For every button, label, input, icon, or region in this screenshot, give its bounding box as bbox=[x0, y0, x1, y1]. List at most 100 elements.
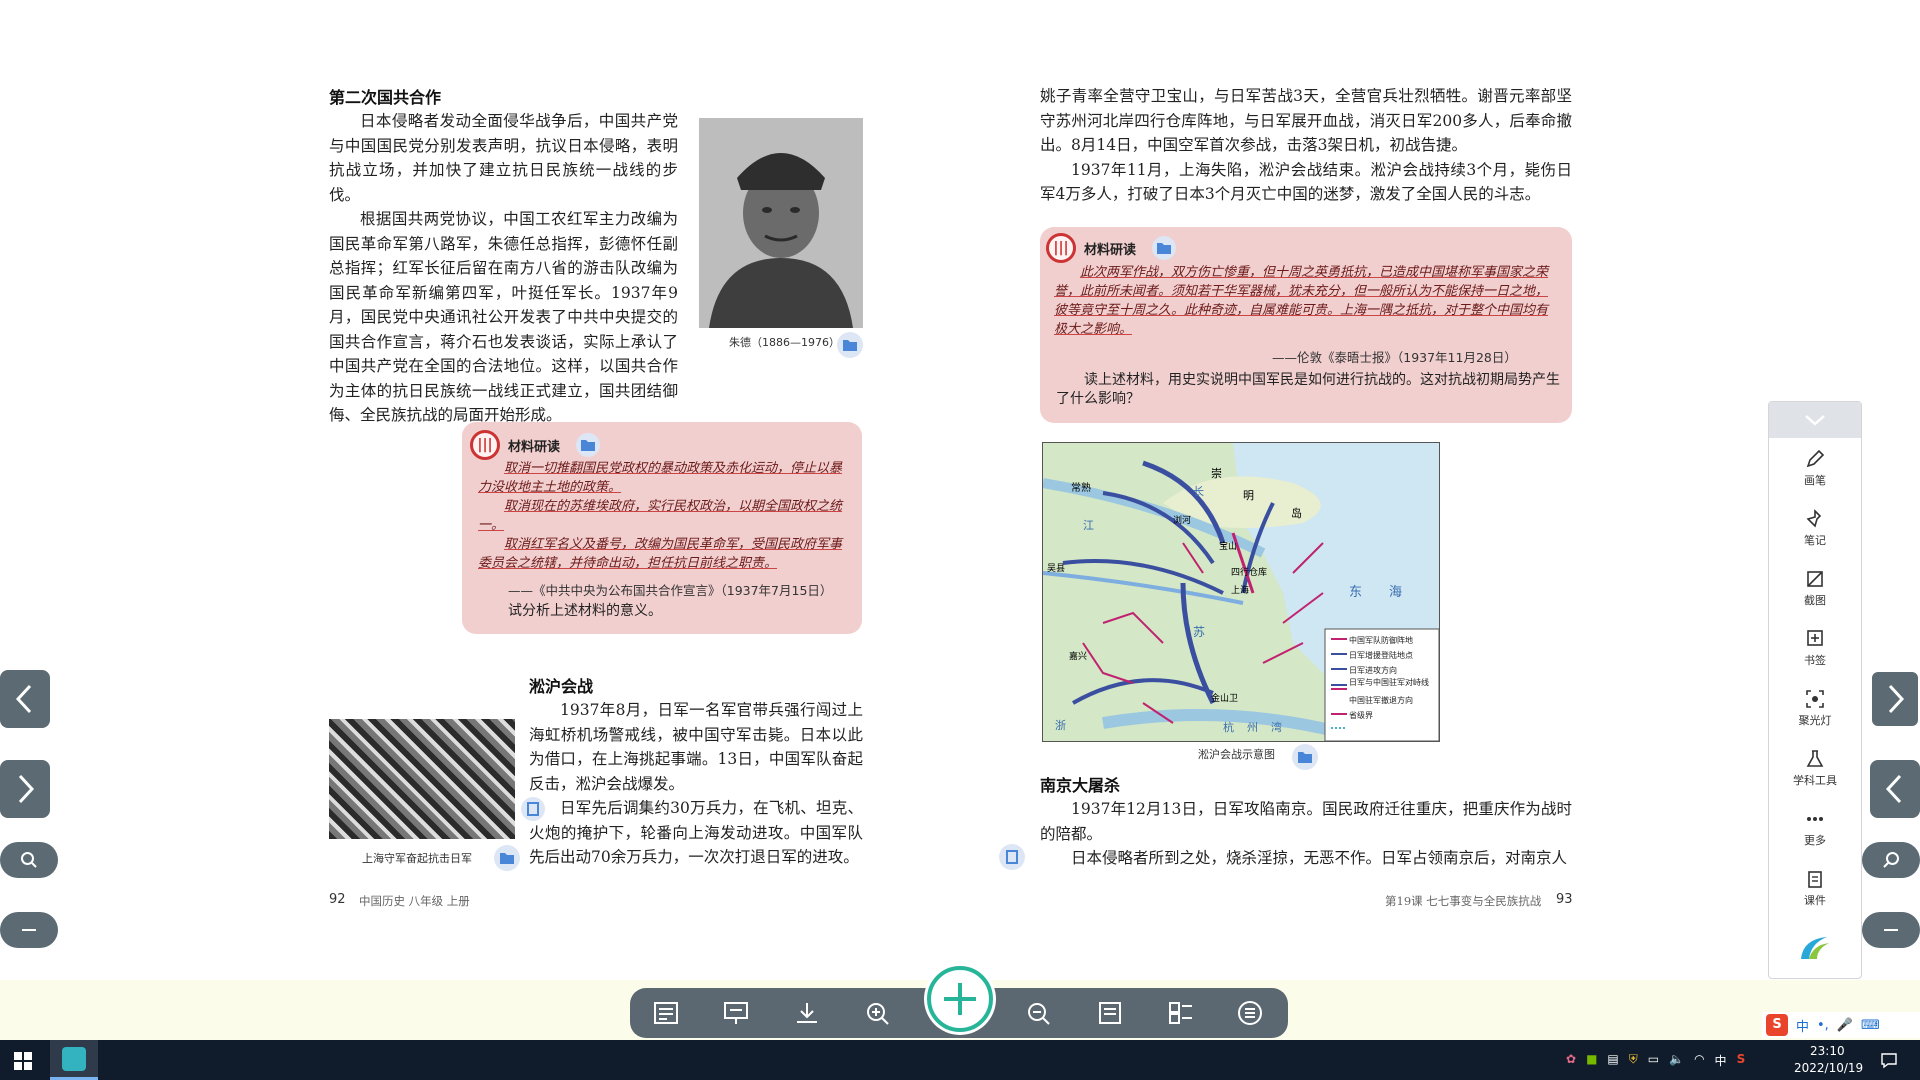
prev-page-button-right[interactable] bbox=[1870, 760, 1920, 818]
sogou-logo-icon: S bbox=[1766, 1014, 1788, 1036]
note-resource-button[interactable] bbox=[521, 797, 545, 821]
zoom-out-icon[interactable] bbox=[1025, 1000, 1053, 1026]
list-icon[interactable] bbox=[1236, 1000, 1264, 1026]
section-number-icon: ||| bbox=[470, 430, 500, 460]
search-button[interactable] bbox=[0, 842, 58, 878]
tray-app-icon[interactable]: ✿ bbox=[1566, 1052, 1576, 1069]
section-title-cooperation: 第二次国共合作 bbox=[329, 88, 442, 107]
map-label: 嘉兴 bbox=[1069, 652, 1088, 662]
note-resource-button[interactable] bbox=[999, 844, 1025, 870]
battery-icon[interactable]: ▭ bbox=[1648, 1052, 1659, 1069]
tool-screenshot[interactable]: 截图 bbox=[1769, 558, 1861, 618]
map-label: 浙 bbox=[1055, 719, 1066, 732]
map-label: 浏河 bbox=[1173, 516, 1192, 526]
clock-time[interactable]: 23:10 bbox=[1810, 1044, 1845, 1058]
map-label: 湾 bbox=[1271, 721, 1282, 734]
material-reading-box: ||| 材料研读 取消一切推翻国民党政权的暴动政策及赤化运动，停止以暴力没收地主… bbox=[462, 422, 862, 634]
map-label: 东 bbox=[1349, 585, 1363, 600]
shanghai-defenders-photo bbox=[329, 719, 515, 839]
map-label: 上海 bbox=[1231, 586, 1250, 596]
windows-taskbar: ✿ ■ ▤ ⛨ ▭ 🔈 ◠ 中 S 23:10 2022/10/19 bbox=[0, 1040, 1920, 1080]
download-icon[interactable] bbox=[793, 1000, 821, 1026]
map-label: 吴县 bbox=[1047, 564, 1066, 574]
map-label: 长 bbox=[1193, 485, 1204, 498]
map-label: 苏 bbox=[1193, 625, 1206, 639]
page-number-left: 92 bbox=[329, 892, 346, 907]
resource-folder-button[interactable] bbox=[494, 845, 520, 871]
legend-item: 省级界 bbox=[1349, 711, 1373, 720]
minus-icon bbox=[22, 929, 36, 931]
legend-item: 中国军队防御阵地 bbox=[1349, 636, 1413, 645]
material-reading-box: ||| 材料研读 此次两军作战，双方伤亡惨重，但十周之英勇抵抗，已造成中国堪称军… bbox=[1040, 227, 1572, 423]
resource-folder-button[interactable] bbox=[1152, 236, 1177, 260]
paragraph: 根据国共两党协议，中国工农红军主力改编为国民革命军第八路军，朱德任总指挥，彭德怀… bbox=[329, 210, 678, 424]
legend-item: 日军与中国驻军对峙线 bbox=[1349, 678, 1429, 687]
prev-page-button[interactable] bbox=[0, 670, 50, 728]
quote-line: 取消红军名义及番号，改编为国民革命军，受国民政府军事委员会之统辖，并待命出动，担… bbox=[478, 537, 843, 571]
map-label: 宝山 bbox=[1219, 542, 1238, 552]
tool-label: 截图 bbox=[1804, 594, 1826, 607]
presentation-icon[interactable] bbox=[722, 1000, 750, 1026]
tool-pen[interactable]: 画笔 bbox=[1769, 438, 1861, 498]
clock-date[interactable]: 2022/10/19 bbox=[1794, 1061, 1863, 1075]
collapse-toolbar-button[interactable] bbox=[1769, 402, 1861, 438]
network-icon[interactable]: ◠ bbox=[1694, 1052, 1704, 1069]
nanjing-text: 1937年12月13日，日军攻陷南京。国民政府迁往重庆，把重庆作为战时的陪都。 … bbox=[1040, 797, 1572, 871]
quote-line: 取消一切推翻国民党政权的暴动政策及赤化运动，停止以暴力没收地主土地的政策。 bbox=[478, 461, 843, 495]
flask-icon bbox=[1806, 750, 1824, 767]
tool-more[interactable]: 更多 bbox=[1769, 798, 1861, 858]
resource-folder-button[interactable] bbox=[1292, 744, 1318, 770]
more-icon bbox=[1807, 817, 1823, 821]
footer-lesson-title: 第19课 七七事变与全民族抗战 bbox=[1385, 894, 1542, 908]
tray-app-icon[interactable]: ▤ bbox=[1607, 1052, 1618, 1069]
ime-toolbar[interactable]: S 中 •, 🎤 ⌨ bbox=[1762, 1012, 1920, 1038]
mic-icon: 🎤 bbox=[1836, 1017, 1854, 1033]
tool-label: 书签 bbox=[1804, 654, 1826, 667]
ime-indicator[interactable]: 中 bbox=[1715, 1052, 1727, 1069]
single-page-icon[interactable] bbox=[1096, 1000, 1124, 1026]
taskbar-app-ebook[interactable] bbox=[50, 1040, 98, 1080]
zoom-out-button[interactable] bbox=[0, 912, 58, 948]
search-button-right[interactable] bbox=[1862, 842, 1920, 878]
app-logo[interactable] bbox=[1769, 918, 1861, 978]
photo-caption: 上海守军奋起抗击日军 bbox=[362, 852, 472, 865]
notification-icon[interactable] bbox=[1880, 1051, 1898, 1069]
thumbnails-icon[interactable] bbox=[1167, 1000, 1195, 1026]
map-label: 明 bbox=[1243, 489, 1254, 502]
songhu-battle-map: 常熟 崇 明 岛 浏河 宝山 四行仓库 上海 吴县 东 海 苏 嘉兴 金山卫 杭… bbox=[1042, 442, 1440, 742]
chevron-left-icon bbox=[1885, 774, 1902, 804]
tool-notes[interactable]: 笔记 bbox=[1769, 498, 1861, 558]
folder-icon bbox=[1157, 243, 1172, 254]
windows-start-icon[interactable] bbox=[14, 1052, 32, 1070]
pen-icon bbox=[1806, 449, 1825, 468]
resource-folder-button[interactable] bbox=[576, 433, 601, 457]
bookmark-icon bbox=[1807, 630, 1823, 646]
footer-book-title: 中国历史 八年级 上册 bbox=[359, 894, 470, 908]
map-label: 崇 bbox=[1211, 467, 1222, 480]
keyboard-icon: ⌨ bbox=[1861, 1017, 1880, 1033]
map-label: 常熟 bbox=[1071, 483, 1091, 494]
zoom-out-button-right[interactable] bbox=[1862, 912, 1920, 948]
tool-spotlight[interactable]: 聚光灯 bbox=[1769, 678, 1861, 738]
punctuation-icon: •, bbox=[1817, 1017, 1829, 1033]
zhu-de-photo bbox=[699, 118, 863, 328]
resource-folder-button[interactable] bbox=[837, 332, 863, 358]
next-page-button-right[interactable] bbox=[1870, 670, 1920, 728]
map-label: 州 bbox=[1247, 721, 1258, 734]
legend-item: 日军增援登陆地点 bbox=[1349, 651, 1413, 660]
tool-label: 笔记 bbox=[1804, 534, 1826, 547]
tool-courseware[interactable]: 课件 bbox=[1769, 858, 1861, 918]
security-icon[interactable]: ⛨ bbox=[1629, 1052, 1638, 1069]
zoom-in-icon[interactable] bbox=[864, 1000, 892, 1026]
ime-mode: 中 bbox=[1796, 1019, 1810, 1035]
next-page-button[interactable] bbox=[0, 760, 50, 818]
sogou-tray-icon[interactable]: S bbox=[1737, 1052, 1746, 1069]
tool-bookmark[interactable]: 书签 bbox=[1769, 618, 1861, 678]
nvidia-icon[interactable]: ■ bbox=[1586, 1052, 1597, 1069]
tool-subject-tools[interactable]: 学科工具 bbox=[1769, 738, 1861, 798]
paragraph: 日军先后调集约30万兵力，在飞机、坦克、火炮的掩护下，轮番向上海发动进攻。中国军… bbox=[529, 799, 863, 866]
volume-icon[interactable]: 🔈 bbox=[1669, 1052, 1684, 1069]
minus-icon bbox=[1884, 929, 1898, 931]
add-button[interactable] bbox=[927, 966, 993, 1032]
catalog-icon[interactable] bbox=[652, 1000, 680, 1026]
